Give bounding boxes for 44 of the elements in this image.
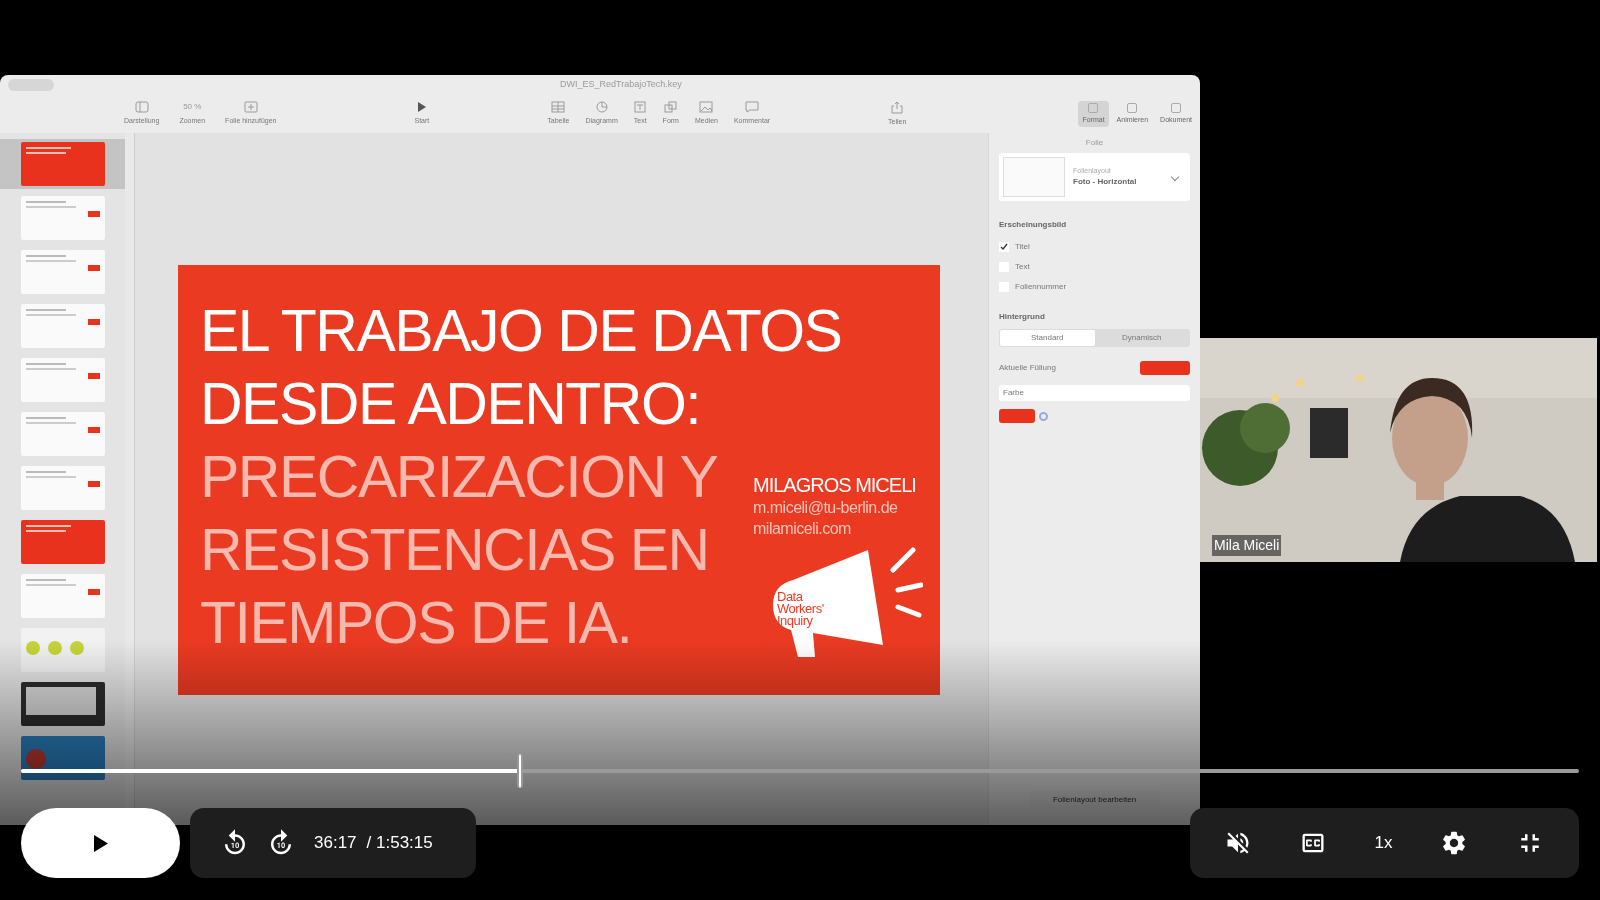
section-title: Erscheinungsbild — [999, 219, 1068, 231]
author-email: m.miceli@tu-berlin.de — [753, 498, 899, 518]
section-title: Hintergrund — [999, 311, 1046, 323]
chart-icon — [595, 101, 608, 114]
layout-value: Foto - Horizontal — [1073, 176, 1137, 189]
add-slide-icon — [243, 101, 258, 114]
scrubber-handle[interactable] — [516, 754, 523, 788]
checkbox[interactable] — [999, 242, 1009, 252]
checkbox-label: Text — [1015, 261, 1030, 273]
progress-track[interactable] — [21, 769, 1579, 773]
share-icon — [891, 100, 904, 114]
shape-icon — [664, 101, 678, 114]
slide-title: RESISTENCIAS EN — [200, 516, 709, 585]
author-name: MILAGROS MICELI — [753, 473, 916, 497]
logo-text: Data Workers' Inquiry — [777, 591, 825, 627]
slide-title: TIEMPOS DE IA. — [200, 589, 632, 658]
slide-title: DESDE ADENTRO: — [200, 370, 701, 439]
current-time: 36:17 — [314, 832, 357, 855]
table-icon — [551, 101, 566, 114]
participant-name: Mila Miceli — [1212, 535, 1282, 556]
segment-button[interactable]: Standard — [1000, 330, 1095, 346]
comment-icon — [745, 101, 759, 114]
color-swatch[interactable] — [1140, 361, 1190, 375]
checkbox-label: Foliennummer — [1015, 281, 1067, 293]
segment-button[interactable]: Dynamisch — [1094, 330, 1189, 346]
color-well[interactable] — [999, 409, 1035, 423]
sidebar-icon — [134, 101, 149, 114]
window-title: DWI_ES_RedTrabajoTech.key — [560, 78, 682, 92]
image-icon — [699, 101, 714, 114]
fill-label: Aktuelle Füllung — [999, 362, 1056, 374]
play-icon — [93, 834, 108, 852]
author-website: milamiceli.com — [753, 519, 852, 539]
color-wheel-icon[interactable] — [1039, 411, 1048, 421]
checkbox-label: Titel — [1015, 241, 1030, 253]
duration: / 1:53:15 — [366, 832, 433, 855]
slide-thumbnail-frame[interactable] — [0, 139, 125, 189]
slide-title: PRECARIZACION Y — [200, 443, 718, 512]
panel-title: Folie — [1085, 137, 1104, 149]
speed-button[interactable]: 1x — [1374, 830, 1393, 856]
slide-title: EL TRABAJO DE DATOS — [200, 297, 842, 366]
fill-type-dropdown[interactable]: Farbe — [999, 385, 1190, 401]
layout-preview — [1003, 157, 1065, 197]
play-icon — [416, 101, 427, 114]
text-icon — [634, 101, 647, 114]
